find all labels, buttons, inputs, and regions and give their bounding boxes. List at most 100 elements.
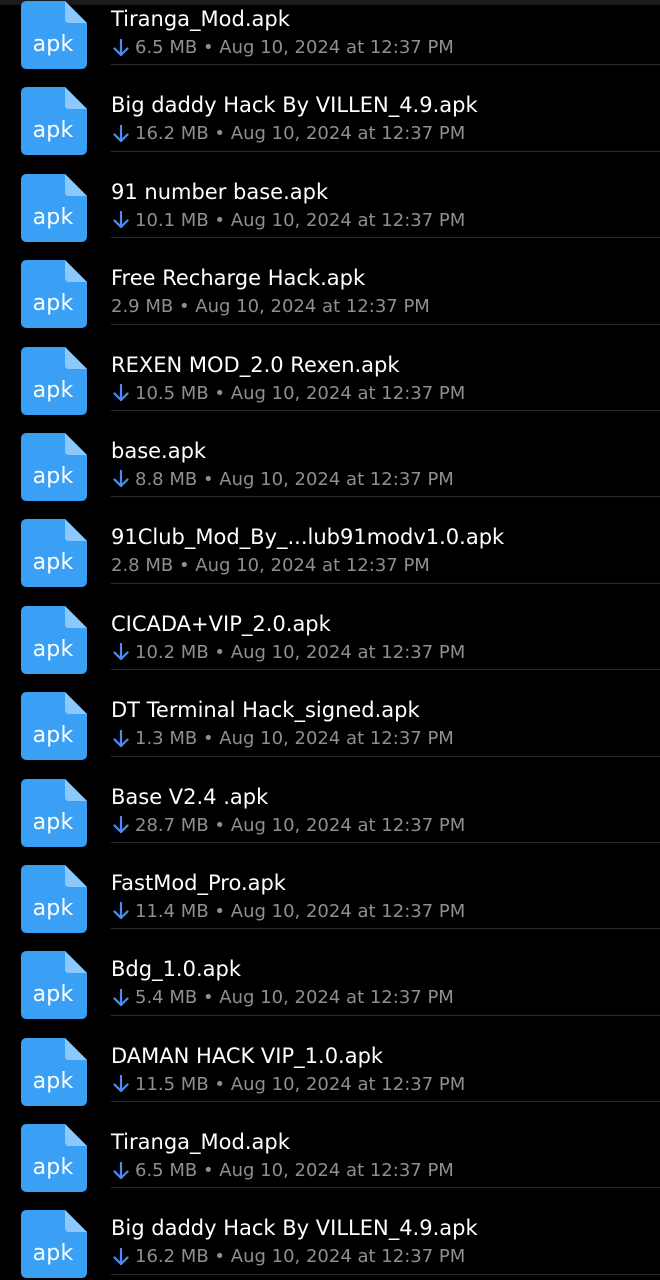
file-size: 8.8 MB: [135, 468, 198, 490]
file-list: apk Tiranga_Mod.apk 6.5 MB • Aug 10, 202…: [0, 0, 660, 1279]
meta-separator: •: [208, 641, 231, 663]
file-meta: 16.2 MB • Aug 10, 2024 at 12:37 PM: [111, 1246, 465, 1267]
apk-icon-label: apk: [32, 377, 74, 403]
file-date: Aug 10, 2024 at 12:37 PM: [230, 382, 466, 404]
file-date: Aug 10, 2024 at 12:37 PM: [230, 900, 466, 922]
apk-icon-label: apk: [32, 1241, 74, 1267]
file-size: 16.2 MB: [135, 1246, 209, 1268]
file-row[interactable]: apk DT Terminal Hack_signed.apk 1.3 MB •…: [0, 670, 660, 761]
apk-icon-label: apk: [32, 291, 74, 317]
apk-icon-label: apk: [32, 1068, 74, 1094]
file-name: Tiranga_Mod.apk: [111, 7, 290, 31]
apk-icon-label: apk: [32, 118, 74, 144]
file-meta: 10.2 MB • Aug 10, 2024 at 12:37 PM: [111, 642, 465, 663]
apk-file-icon: apk: [21, 1, 89, 69]
download-arrow-icon: [113, 988, 129, 1006]
download-arrow-icon: [113, 124, 129, 142]
file-date: Aug 10, 2024 at 12:37 PM: [230, 1246, 466, 1268]
apk-icon-label: apk: [32, 32, 74, 57]
file-row[interactable]: apk REXEN MOD_2.0 Rexen.apk 10.5 MB • Au…: [0, 325, 660, 415]
file-meta: 16.2 MB • Aug 10, 2024 at 12:37 PM: [111, 123, 465, 144]
file-meta: 11.4 MB • Aug 10, 2024 at 12:37 PM: [111, 901, 465, 922]
meta-separator: •: [173, 555, 196, 577]
meta-separator: •: [208, 123, 231, 145]
meta-separator: •: [197, 468, 220, 490]
file-name: Tiranga_Mod.apk: [111, 1130, 290, 1155]
file-meta: 6.5 MB • Aug 10, 2024 at 12:37 PM: [111, 37, 454, 58]
download-arrow-icon: [113, 38, 129, 56]
file-date: Aug 10, 2024 at 12:37 PM: [219, 37, 454, 58]
file-row[interactable]: apk Base V2.4 .apk 28.7 MB • Aug 10, 202…: [0, 757, 660, 847]
file-row[interactable]: apk Bdg_1.0.apk 5.4 MB • Aug 10, 2024 at…: [0, 929, 660, 1020]
file-size: 2.8 MB: [111, 555, 174, 577]
download-arrow-icon: [113, 1075, 129, 1093]
file-row[interactable]: apk Tiranga_Mod.apk 6.5 MB • Aug 10, 202…: [0, 1102, 660, 1193]
file-row[interactable]: apk 91Club_Mod_By_...lub91modv1.0.apk 2.…: [0, 497, 660, 588]
apk-file-icon: apk: [21, 87, 89, 156]
file-date: Aug 10, 2024 at 12:37 PM: [230, 814, 466, 836]
file-meta: 5.4 MB • Aug 10, 2024 at 12:37 PM: [111, 987, 454, 1008]
file-date: Aug 10, 2024 at 12:37 PM: [230, 123, 466, 145]
file-row[interactable]: apk base.apk 8.8 MB • Aug 10, 2024 at 12…: [0, 411, 660, 501]
file-row[interactable]: apk Big daddy Hack By VILLEN_4.9.apk 16.…: [0, 65, 660, 156]
download-arrow-icon: [113, 470, 129, 488]
file-size: 11.5 MB: [135, 1073, 209, 1095]
file-name: REXEN MOD_2.0 Rexen.apk: [111, 352, 400, 377]
file-date: Aug 10, 2024 at 12:37 PM: [219, 1160, 454, 1182]
meta-separator: •: [173, 296, 196, 318]
apk-file-icon: apk: [21, 951, 89, 1020]
download-arrow-icon: [113, 902, 129, 920]
apk-file-icon: apk: [21, 1037, 89, 1106]
download-arrow-icon: [113, 643, 129, 661]
file-row[interactable]: apk Big daddy Hack By VILLEN_4.9.apk 16.…: [0, 1188, 660, 1279]
file-name: base.apk: [111, 438, 207, 463]
file-row[interactable]: apk DAMAN HACK VIP_1.0.apk 11.5 MB • Aug…: [0, 1016, 660, 1106]
file-size: 11.4 MB: [135, 900, 209, 922]
apk-icon-label: apk: [32, 463, 74, 489]
file-row[interactable]: apk CICADA+VIP_2.0.apk 10.2 MB • Aug 10,…: [0, 584, 660, 674]
file-date: Aug 10, 2024 at 12:37 PM: [230, 1073, 466, 1095]
file-meta: 28.7 MB • Aug 10, 2024 at 12:37 PM: [111, 815, 465, 836]
row-divider: [111, 1273, 660, 1275]
file-name: Base V2.4 .apk: [111, 784, 269, 809]
file-size: 6.5 MB: [135, 1160, 198, 1182]
file-date: Aug 10, 2024 at 12:37 PM: [219, 468, 454, 490]
apk-file-icon: apk: [21, 173, 89, 242]
download-arrow-icon: [113, 815, 129, 834]
file-size: 10.5 MB: [135, 382, 209, 404]
apk-file-icon: apk: [21, 260, 89, 329]
file-name: CICADA+VIP_2.0.apk: [111, 611, 331, 636]
apk-icon-label: apk: [32, 550, 74, 576]
file-meta: 2.8 MB • Aug 10, 2024 at 12:37 PM: [111, 555, 430, 576]
apk-file-icon: apk: [21, 778, 89, 847]
file-size: 16.2 MB: [135, 123, 209, 145]
download-arrow-icon: [113, 729, 129, 747]
apk-icon-label: apk: [32, 982, 74, 1008]
file-meta: 10.5 MB • Aug 10, 2024 at 12:37 PM: [111, 383, 465, 404]
apk-icon-label: apk: [32, 204, 74, 230]
file-row[interactable]: apk Free Recharge Hack.apk 2.9 MB • Aug …: [0, 238, 660, 329]
file-date: Aug 10, 2024 at 12:37 PM: [230, 209, 466, 231]
file-row[interactable]: apk FastMod_Pro.apk 11.4 MB • Aug 10, 20…: [0, 843, 660, 933]
apk-icon-label: apk: [32, 723, 74, 749]
apk-icon-label: apk: [32, 636, 74, 662]
meta-separator: •: [197, 37, 220, 58]
file-name: Free Recharge Hack.apk: [111, 266, 366, 291]
apk-file-icon: apk: [21, 519, 89, 588]
file-row[interactable]: apk Tiranga_Mod.apk 6.5 MB • Aug 10, 202…: [0, 0, 660, 69]
file-meta: 1.3 MB • Aug 10, 2024 at 12:37 PM: [111, 728, 454, 749]
download-arrow-icon: [113, 1161, 129, 1179]
apk-icon-label: apk: [32, 809, 74, 835]
apk-file-icon: apk: [21, 1124, 89, 1193]
file-name: DAMAN HACK VIP_1.0.apk: [111, 1043, 384, 1068]
file-name: 91 number base.apk: [111, 179, 329, 204]
meta-separator: •: [208, 1246, 231, 1268]
file-name: Bdg_1.0.apk: [111, 957, 241, 982]
meta-separator: •: [208, 1073, 231, 1095]
file-name: FastMod_Pro.apk: [111, 870, 286, 895]
file-meta: 8.8 MB • Aug 10, 2024 at 12:37 PM: [111, 469, 454, 490]
file-date: Aug 10, 2024 at 12:37 PM: [219, 728, 454, 750]
file-row[interactable]: apk 91 number base.apk 10.1 MB • Aug 10,…: [0, 152, 660, 242]
file-meta: 11.5 MB • Aug 10, 2024 at 12:37 PM: [111, 1074, 465, 1095]
meta-separator: •: [208, 382, 231, 404]
